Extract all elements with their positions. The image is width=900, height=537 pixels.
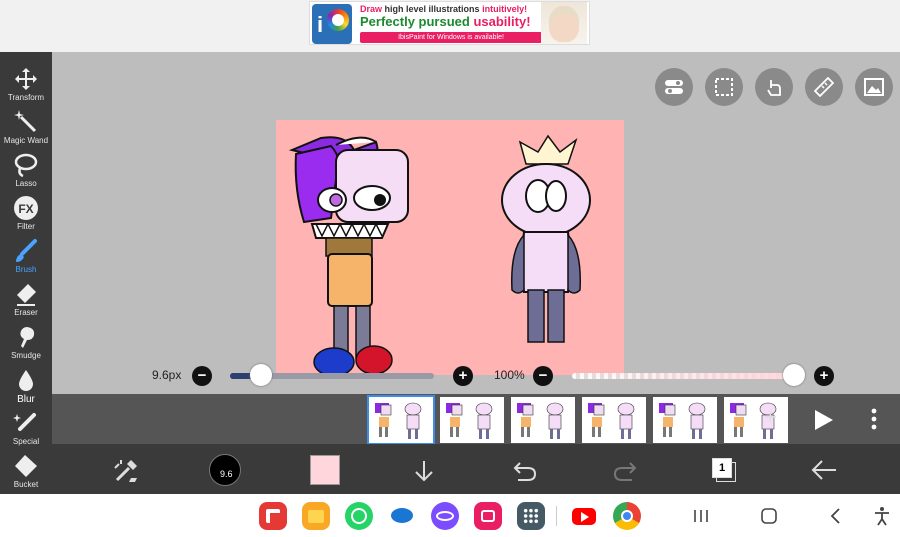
brush-size-minus-button[interactable]: − <box>192 366 212 386</box>
image-button[interactable] <box>855 68 893 106</box>
tool-lasso[interactable]: Lasso <box>0 150 52 192</box>
more-vertical-icon[interactable] <box>868 407 880 431</box>
ad-banner[interactable]: i Draw high level illustrations intuitiv… <box>309 1 590 45</box>
undo-icon[interactable] <box>512 460 538 482</box>
ad-line-1: Draw high level illustrations intuitivel… <box>360 4 528 14</box>
brush-size-plus-button[interactable]: + <box>453 366 473 386</box>
ibispaint-screen: i Draw high level illustrations intuitiv… <box>0 0 900 537</box>
tool-bucket[interactable]: Bucket <box>0 451 52 493</box>
redo-icon[interactable] <box>612 460 638 482</box>
animation-frame-thumbnail[interactable] <box>367 395 435 445</box>
opacity-label: 100% <box>494 368 525 382</box>
svg-text:FX: FX <box>18 202 33 216</box>
messages-icon[interactable] <box>388 502 416 530</box>
ruler-button[interactable] <box>805 68 843 106</box>
toggle-panel-icon <box>665 80 683 94</box>
brush-icon <box>16 239 37 262</box>
dock-separator <box>556 506 557 526</box>
tool-eraser[interactable]: Eraser <box>0 279 52 321</box>
frame-preview-art <box>511 397 575 443</box>
brush-size-label: 9.6px <box>152 368 182 382</box>
youtube-icon[interactable] <box>570 502 598 530</box>
nav-back-icon[interactable] <box>829 508 843 524</box>
ad-line-3: IbisPaint for Windows is available! <box>360 32 542 43</box>
opacity-slider-knob[interactable] <box>783 364 805 386</box>
animation-frame-thumbnail[interactable] <box>511 397 575 443</box>
frame-preview-art <box>440 397 504 443</box>
tool-magic-wand[interactable]: Magic Wand <box>0 107 52 149</box>
tool-filter[interactable]: FX Filter <box>0 193 52 235</box>
ad-line-2: Perfectly pursued usability! <box>360 14 531 29</box>
image-icon <box>864 78 884 96</box>
flipboard-icon[interactable] <box>259 502 287 530</box>
move-arrows-icon <box>15 68 37 90</box>
opacity-slider[interactable] <box>572 373 794 379</box>
bottom-toolbar <box>52 444 900 494</box>
animation-frame-thumbnail[interactable] <box>724 397 788 443</box>
frame-preview-art <box>369 397 433 443</box>
ruler-icon <box>814 77 834 97</box>
frame-preview-art <box>724 397 788 443</box>
play-icon[interactable] <box>812 409 834 431</box>
tool-smudge[interactable]: Smudge <box>0 322 52 364</box>
blur-drop-icon <box>19 370 33 391</box>
internet-icon[interactable] <box>431 502 459 530</box>
hand-pointer-icon <box>767 80 781 96</box>
opacity-minus-button[interactable]: − <box>533 366 553 386</box>
files-icon[interactable] <box>302 502 330 530</box>
magic-wand-icon <box>14 110 37 133</box>
brush-size-slider-knob[interactable] <box>249 364 272 386</box>
brush-size-preview-button[interactable]: 9.6 <box>209 454 241 486</box>
app-grid-icon[interactable] <box>517 502 545 530</box>
opacity-plus-button[interactable]: + <box>814 366 834 386</box>
fx-icon: FX <box>14 196 38 220</box>
layers-button[interactable]: 1 <box>712 458 736 482</box>
eraser-icon <box>17 284 36 306</box>
bucket-icon <box>15 455 37 477</box>
accessibility-icon[interactable] <box>873 506 891 526</box>
selection-button[interactable] <box>705 68 743 106</box>
tool-sidebar: Transform Magic Wand Lasso FX Filter Bru… <box>0 52 52 494</box>
frame-preview-art <box>582 397 646 443</box>
special-pen-icon <box>13 413 36 431</box>
toggle-panel-button[interactable] <box>655 68 693 106</box>
home-icon[interactable] <box>760 508 778 524</box>
layers-count: 1 <box>712 458 732 478</box>
gallery-icon[interactable] <box>474 502 502 530</box>
download-arrow-icon[interactable] <box>413 459 435 483</box>
back-arrow-icon[interactable] <box>810 458 838 482</box>
tool-brush[interactable]: Brush <box>0 236 52 278</box>
canvas-artwork <box>276 120 624 375</box>
frame-preview-art <box>653 397 717 443</box>
ad-bar: i Draw high level illustrations intuitiv… <box>0 0 900 52</box>
whatsapp-icon[interactable] <box>345 502 373 530</box>
animation-frame-thumbnail[interactable] <box>582 397 646 443</box>
animation-frame-thumbnail[interactable] <box>653 397 717 443</box>
recent-apps-icon[interactable] <box>692 508 710 524</box>
chrome-icon[interactable] <box>613 502 641 530</box>
lasso-icon <box>14 153 38 178</box>
ibispaint-logo-icon: i <box>312 4 352 44</box>
color-swatch-button[interactable] <box>310 455 340 485</box>
tool-switch-icon[interactable] <box>113 458 139 484</box>
hand-pointer-button[interactable] <box>755 68 793 106</box>
tool-special[interactable]: Special <box>0 408 52 450</box>
tool-transform[interactable]: Transform <box>0 64 52 106</box>
selection-icon <box>715 78 733 96</box>
drawing-canvas[interactable] <box>276 120 624 375</box>
tool-blur[interactable]: Blur <box>0 365 52 407</box>
animation-frame-thumbnail[interactable] <box>440 397 504 443</box>
add-frame-button[interactable]: + <box>764 406 777 428</box>
smudge-icon <box>20 327 35 348</box>
ad-character-image <box>541 2 587 44</box>
